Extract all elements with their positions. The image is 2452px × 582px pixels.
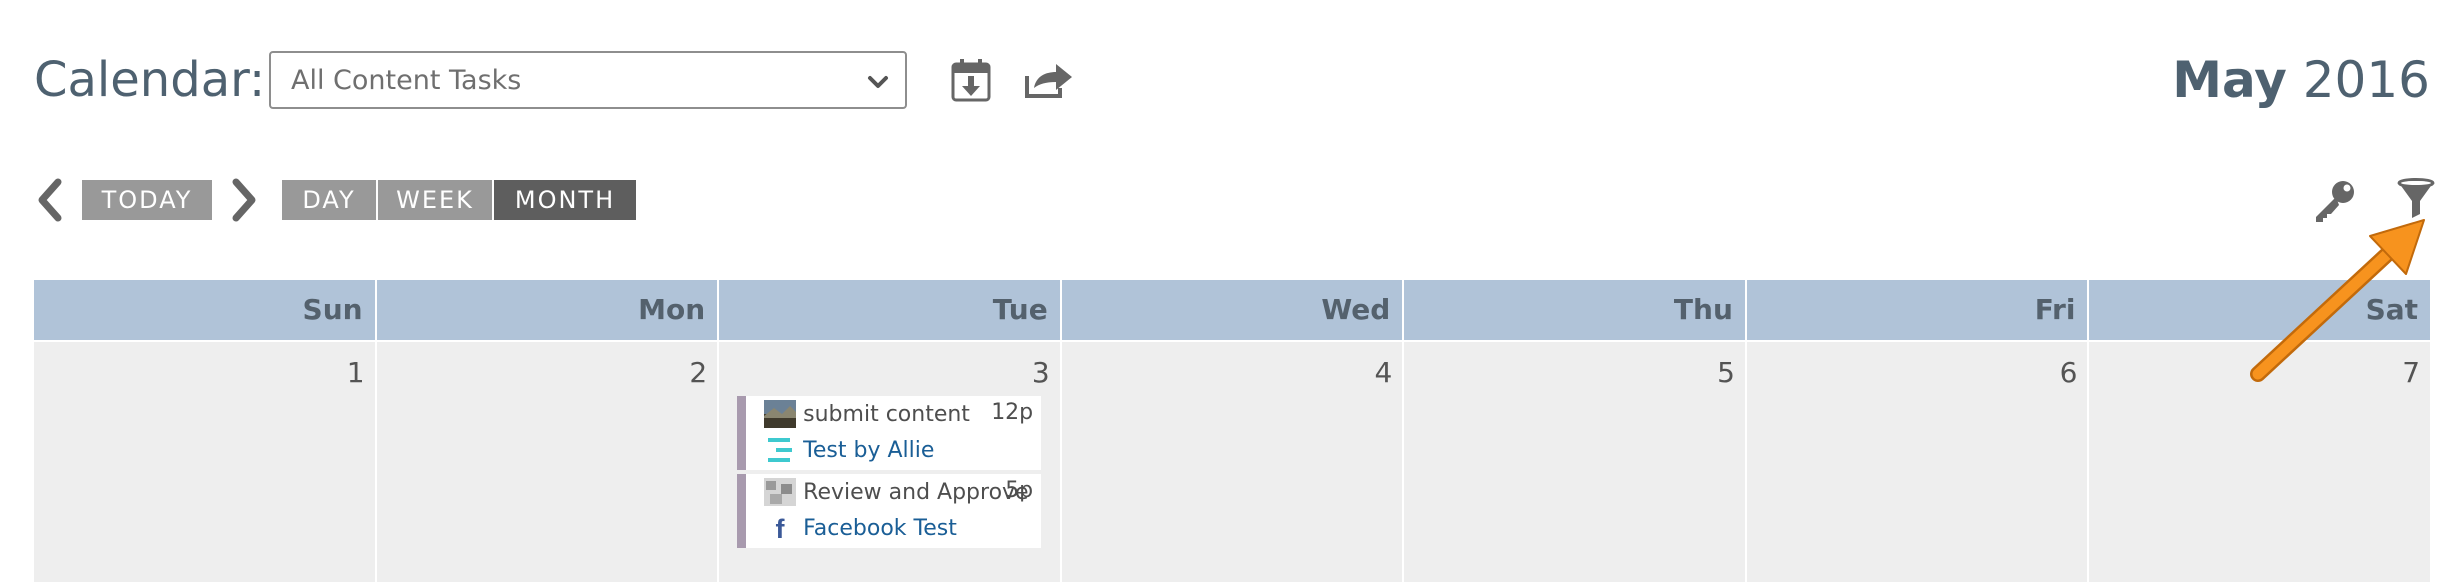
weekday-sun: Sun [302, 293, 363, 326]
calendar-download-icon[interactable] [951, 58, 991, 102]
week-row: 1 2 3 submit content 12p Test by Allie R… [34, 340, 2430, 582]
day-cell[interactable]: 4 [1059, 342, 1403, 582]
avatar [764, 478, 797, 506]
event-title: submit content [803, 402, 970, 427]
calendar-event[interactable]: submit content 12p Test by Allie [737, 396, 1042, 470]
month-name: May [2172, 51, 2287, 109]
weekday-header-row: Sun Mon Tue Wed Thu Fri Sat [34, 280, 2430, 340]
day-cell[interactable]: 5 [1402, 342, 1745, 582]
day-view-button[interactable]: DAY [282, 180, 376, 220]
previous-arrow-icon[interactable] [34, 178, 64, 222]
month-year-title: May 2016 [2172, 52, 2430, 108]
day-number: 2 [689, 356, 708, 389]
event-content-link[interactable]: Facebook Test [803, 516, 957, 541]
day-number: 3 [1031, 356, 1050, 389]
event-time: 12p [991, 400, 1034, 425]
day-number: 4 [1374, 356, 1393, 389]
weekday-wed: Wed [1059, 280, 1403, 340]
event-content-link[interactable]: Test by Allie [803, 438, 934, 463]
next-arrow-icon[interactable] [230, 178, 260, 222]
day-number: 5 [1717, 356, 1735, 389]
svg-text:f: f [776, 514, 786, 542]
day-number: 1 [346, 356, 365, 389]
annotation-arrow [2250, 219, 2425, 382]
today-button[interactable]: TODAY [82, 180, 212, 220]
month-grid: Sun Mon Tue Wed Thu Fri Sat 1 2 3 submit… [34, 280, 2430, 582]
weekday-mon: Mon [374, 280, 718, 340]
year: 2016 [2302, 51, 2430, 109]
weekday-fri: Fri [1744, 280, 2088, 340]
month-view-button[interactable]: MONTH [494, 180, 636, 220]
calendar-select-value: All Content Tasks [291, 65, 522, 96]
share-icon[interactable] [1024, 62, 1074, 98]
chevron-down-icon [868, 76, 888, 88]
event-title: Review and Approve [803, 480, 1029, 505]
calendar-event[interactable]: Review and Approve 5p f Facebook Test [737, 474, 1042, 548]
day-cell[interactable]: 6 [1744, 342, 2088, 582]
week-view-button[interactable]: WEEK [378, 180, 492, 220]
weekday-tue: Tue [717, 280, 1060, 340]
event-time: 5p [1005, 478, 1034, 503]
day-cell[interactable]: 3 submit content 12p Test by Allie Revie… [717, 342, 1060, 582]
avatar [764, 400, 797, 428]
day-cell[interactable]: 1 [34, 342, 375, 582]
day-cell[interactable]: 2 [374, 342, 718, 582]
weekday-thu: Thu [1402, 280, 1745, 340]
day-number: 6 [2059, 356, 2078, 389]
facebook-icon: f [776, 514, 786, 542]
calendar-select[interactable]: All Content Tasks [269, 51, 907, 109]
list-icon [768, 438, 793, 462]
calendar-label: Calendar: [34, 52, 266, 108]
